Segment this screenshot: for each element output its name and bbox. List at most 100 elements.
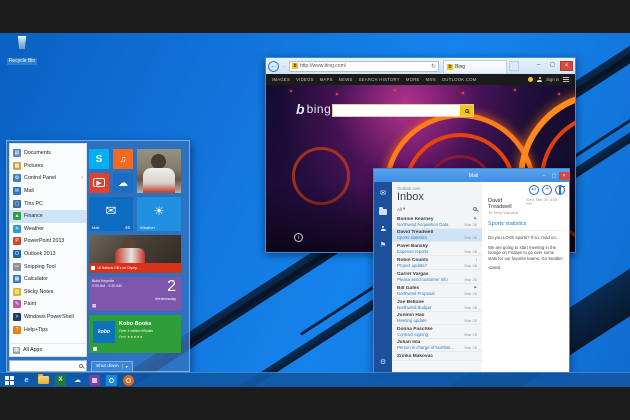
pinned-app-blue-icon[interactable] [106,375,117,386]
excel-icon[interactable]: X [55,375,66,386]
new-tab-button[interactable] [509,61,519,71]
profile-icon[interactable] [537,77,542,82]
app-label: Paint [24,301,80,307]
settings-gear-icon[interactable]: ⚙ [374,358,392,366]
filter-all[interactable]: All [397,207,402,212]
address-bar[interactable]: b http://www.bing.com/ ↻ [289,61,439,72]
search-mail-icon[interactable] [473,207,477,211]
menu-icon[interactable] [563,77,569,82]
start-menu-item[interactable]: ✂ Snipping Tool [10,260,86,273]
tile-photos[interactable] [137,149,181,193]
flag-icon[interactable]: ⚑ [380,242,386,250]
folders-icon[interactable] [379,209,387,215]
close-button[interactable]: × [560,61,573,71]
message-row[interactable]: Joe Bellone Northwind Budget Mar 26 [392,298,482,312]
new-mail-button[interactable]: + [542,185,552,195]
bing-search-box[interactable] [332,104,474,117]
minimize-button[interactable]: – [532,61,545,71]
start-menu-item[interactable]: ⚙ Control Panel › [10,172,86,185]
start-menu-item[interactable]: P PowerPoint 2013 [10,235,86,248]
message-row[interactable]: Julian Isla Person in charge of Northwi.… [392,339,482,353]
bing-nav-link[interactable]: NEWS [339,77,353,82]
internet-explorer-icon[interactable]: e [21,375,32,386]
start-menu-item[interactable]: ▨ Sticky Notes [10,286,86,299]
start-menu-item[interactable]: ✉ Mail [10,185,86,198]
start-menu-item[interactable]: ☀ Weather [10,223,86,236]
bing-nav-link[interactable]: SEARCH HISTORY [359,77,400,82]
message-row[interactable]: Robin Counts ! Project update? Mar 26 [392,256,482,271]
shutdown-button[interactable]: Shut down ▾ [91,361,133,372]
start-menu-item[interactable]: ▢ This PC [10,197,86,210]
filter-caret-icon[interactable]: ▾ [403,206,405,212]
recycle-bin-shortcut[interactable]: Recycle Bin [4,36,40,67]
start-menu-item[interactable]: ▤ Documents [10,147,86,160]
start-menu-item[interactable]: ▦ Pictures [10,160,86,173]
app-label: Help+Tips [24,327,80,333]
start-menu-item[interactable]: O Outlook 2013 [10,248,86,261]
close-button[interactable]: × [559,172,569,180]
tile-calendar[interactable]: Build Keynote 9:00 AM - 9:30 AM 2 Wednes… [89,277,181,311]
bing-nav-link[interactable]: MORE [406,77,420,82]
message-row[interactable]: Pavel Bansky Expense reports Mar 26 [392,242,482,256]
tile-weather[interactable]: ☀ Weather [137,197,181,231]
start-button[interactable] [4,375,15,386]
pinned-app-orange-icon[interactable] [123,375,134,386]
message-row[interactable]: Garret Vargas Please send customer info … [392,270,482,284]
start-menu-item[interactable]: ▲ Finance [10,210,86,223]
store-icon[interactable] [89,375,100,386]
tile-onedrive[interactable]: ☁ [113,173,133,193]
weather-icon: ☀ [13,225,21,233]
respond-button[interactable]: ↩ [529,185,539,195]
sign-in-link[interactable]: Sign in [546,77,559,82]
message-row[interactable]: Donna Paschke Contract signing Mar 25 [392,325,482,339]
all-apps-button[interactable]: ▦ All Apps [10,343,86,356]
shutdown-caret-icon[interactable]: ▾ [122,364,128,369]
start-menu-item[interactable]: ✎ Paint [10,298,86,311]
bing-nav-link[interactable]: OUTLOOK.COM [442,77,477,82]
search-input[interactable] [333,105,460,116]
file-explorer-icon[interactable] [38,375,49,386]
bing-nav-link[interactable]: MAPS [320,77,333,82]
taskbar: e X ☁ [0,372,630,387]
maximize-button[interactable]: ▢ [546,61,559,71]
reading-body-line: -David [488,265,563,271]
back-button[interactable]: ← [268,61,279,72]
start-menu-item[interactable]: > Windows PowerShell [10,311,86,324]
start-menu-search-box[interactable] [9,360,87,372]
tile-skype[interactable]: S [89,149,109,169]
app-label: This PC [24,201,80,207]
tile-sports-news[interactable]: 18 Nations GB's on Olymp... [89,235,181,273]
onedrive-icon[interactable]: ☁ [72,375,83,386]
message-row[interactable]: Bonnie Kearney ⚑ Northwind Acquisition D… [392,214,482,229]
delete-button[interactable] [555,185,565,195]
bing-nav-link[interactable]: MSN [426,77,436,82]
message-row[interactable]: David Treadwell Sports statistics Mar 26 [392,229,482,243]
image-info-icon[interactable]: i [294,233,303,242]
message-row[interactable]: Zrinka Makovac [392,352,482,361]
tile-video[interactable]: ▶ [89,173,109,193]
browser-tab[interactable]: b Bing [443,60,507,73]
light-dot [514,89,516,91]
maximize-button[interactable]: ▢ [549,172,559,180]
message-row[interactable]: Junmin Hao Meeting update Mar 25 [392,312,482,326]
minimize-button[interactable]: – [539,172,549,180]
search-button[interactable] [460,105,473,116]
reading-sender: David Treadwell [488,198,526,210]
bing-nav-link[interactable]: VIDEOS [296,77,314,82]
refresh-icon[interactable]: ↻ [431,63,436,70]
this-pc-icon: ▢ [13,200,21,208]
start-menu-item[interactable]: ? Help+Tips [10,323,86,336]
mail-unread-count: 46 [125,225,130,230]
bing-logo: b bing [296,102,331,116]
message-row[interactable]: Bill Gates ⚑ Northwind Proposal Mar 26 [392,284,482,299]
tile-kobo-books[interactable]: kobo Kobo Books Over 4 million eBooks Fr… [89,315,181,353]
mail-folder-icon[interactable]: ✉ [380,190,386,198]
tile-music[interactable]: ♫ [113,149,133,169]
start-menu-item[interactable]: ▦ Calculator [10,273,86,286]
bing-nav-link[interactable]: IMAGES [272,77,290,82]
people-icon[interactable] [381,226,386,231]
tile-mail[interactable]: ✉ Mail 46 [89,197,133,231]
rewards-icon[interactable] [528,77,533,82]
forward-button[interactable]: → [280,63,287,70]
app-label: Calculator [24,276,80,282]
